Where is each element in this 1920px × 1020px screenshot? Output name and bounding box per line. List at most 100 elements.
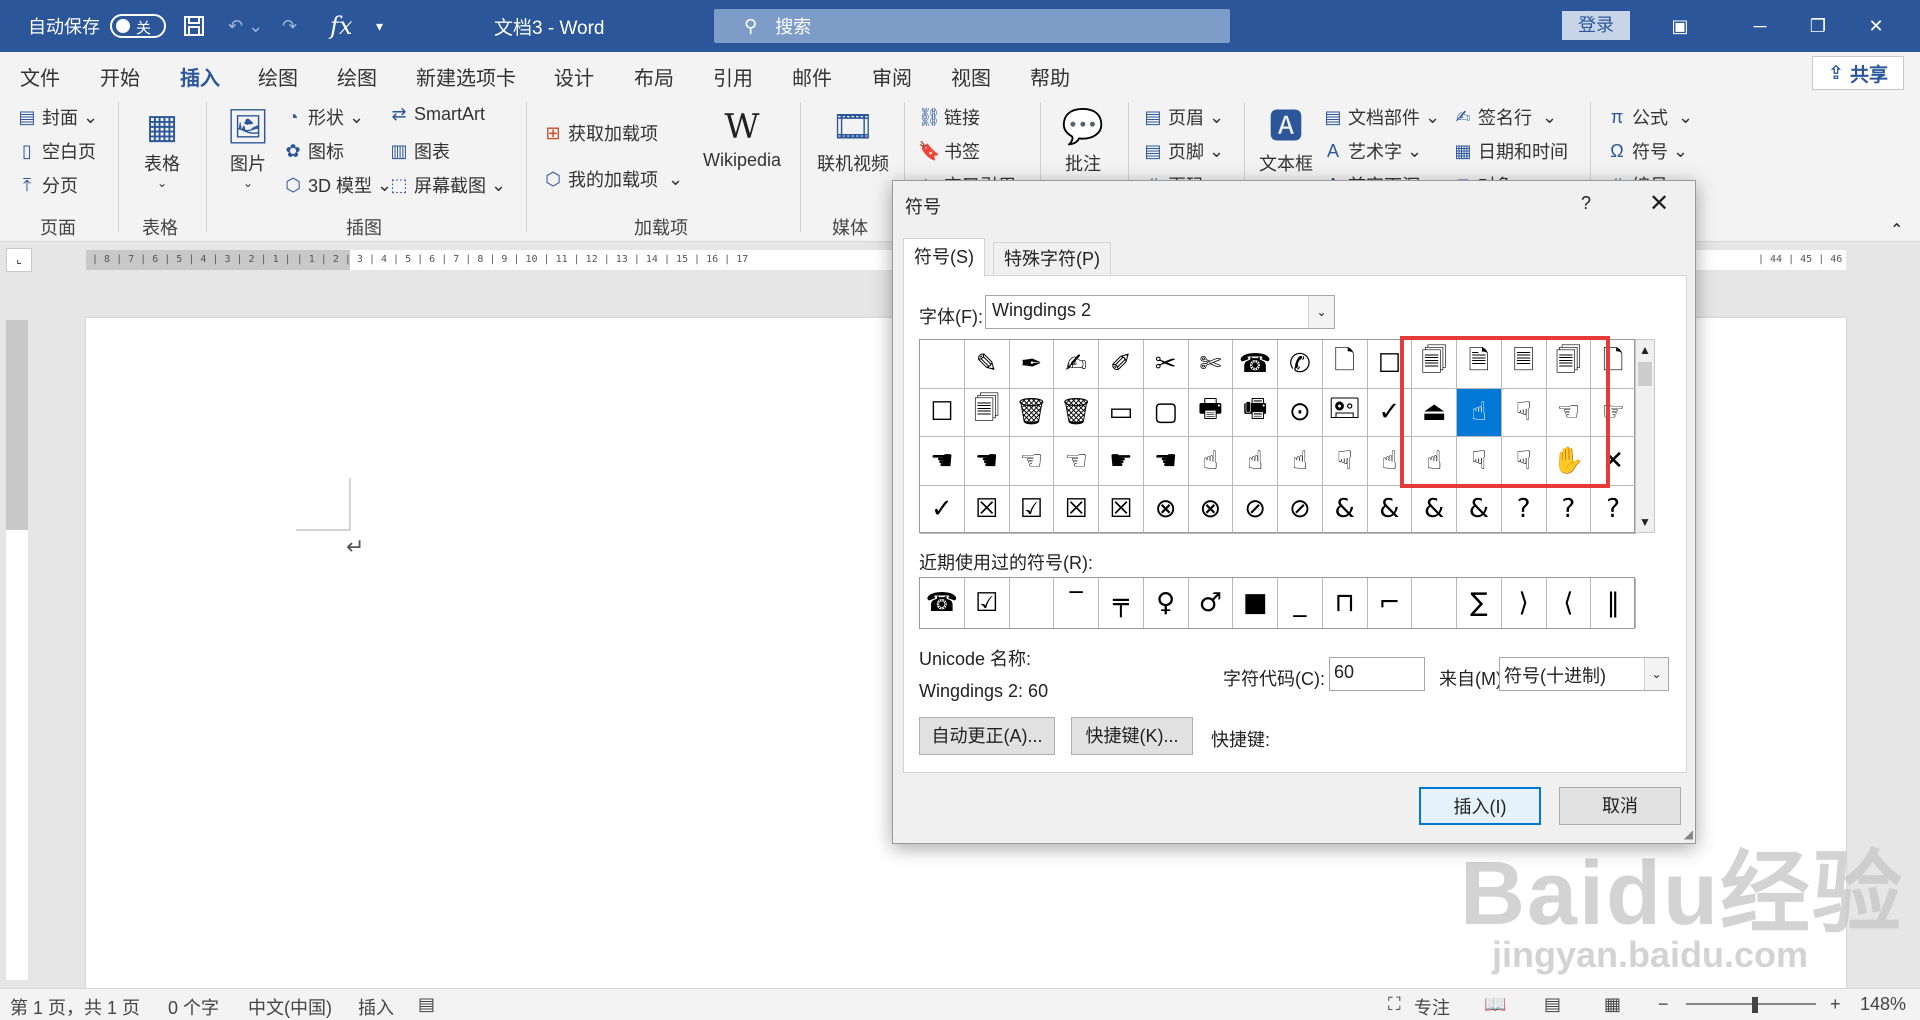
insert-button[interactable]: 插入(I): [1419, 787, 1541, 825]
symbol-cell[interactable]: 🖶: [1188, 388, 1234, 437]
symbol-cell[interactable]: ?: [1591, 485, 1636, 534]
symbol-cell[interactable]: ▭: [1099, 388, 1144, 437]
symbol-cell[interactable]: ✍: [1054, 340, 1099, 389]
tab-layout[interactable]: 布局: [634, 62, 674, 91]
recent-symbol-cell[interactable]: [1010, 578, 1055, 628]
read-mode-icon[interactable]: 📖: [1484, 994, 1506, 1015]
tab-new[interactable]: 新建选项卡: [416, 62, 516, 91]
recent-symbol-cell[interactable]: ♀: [1144, 578, 1189, 628]
my-addins-button[interactable]: ⬡ 我的加载项 ⌄: [542, 166, 683, 192]
help-button[interactable]: ?: [1581, 193, 1591, 214]
symbol-cell[interactable]: 🖭: [1322, 388, 1368, 437]
tab-mailings[interactable]: 邮件: [792, 62, 832, 91]
recent-symbol-cell[interactable]: ⟨: [1547, 578, 1592, 628]
tab-file[interactable]: 文件: [20, 62, 60, 91]
signature-line-button[interactable]: ✍ 签名行 ⌄: [1452, 104, 1557, 130]
resize-grip-icon[interactable]: ◢: [1684, 827, 1693, 841]
symbol-button[interactable]: Ω 符号 ⌄: [1606, 138, 1688, 164]
3d-model-button[interactable]: ⬡ 3D 模型 ⌄: [282, 172, 392, 198]
autosave-toggle[interactable]: 关: [110, 0, 166, 52]
symbol-cell[interactable]: ☝: [1188, 437, 1234, 486]
language-status[interactable]: 中文(中国): [248, 994, 332, 1020]
shapes-button[interactable]: ◔ 形状 ⌄: [282, 104, 365, 130]
print-layout-icon[interactable]: ▤: [1544, 994, 1561, 1015]
symbol-cell[interactable]: ☒: [964, 485, 1010, 534]
symbol-cell[interactable]: ▢: [1143, 388, 1189, 437]
zoom-slider-thumb[interactable]: [1752, 997, 1758, 1013]
textbox-button[interactable]: 🅰 文本框: [1254, 104, 1318, 176]
wikipedia-button[interactable]: W Wikipedia: [694, 104, 790, 171]
tab-help[interactable]: 帮助: [1030, 62, 1070, 91]
zoom-level[interactable]: 148%: [1860, 994, 1906, 1015]
tab-design[interactable]: 设计: [554, 62, 594, 91]
tab-draw-2[interactable]: 绘图: [337, 62, 377, 91]
footer-button[interactable]: ▤ 页脚 ⌄: [1142, 138, 1224, 164]
formula-icon[interactable]: fx: [330, 0, 352, 52]
recent-symbol-cell[interactable]: _: [1278, 578, 1323, 628]
focus-icon[interactable]: ⛶: [1388, 994, 1401, 1015]
symbol-cell[interactable]: ✄: [1188, 340, 1234, 389]
symbol-cell[interactable]: 🖷: [1233, 388, 1278, 437]
symbol-cell[interactable]: ✂: [1143, 340, 1189, 389]
recent-symbol-cell[interactable]: ♂: [1189, 578, 1234, 628]
tab-selector[interactable]: ⌞: [6, 248, 32, 272]
picture-button[interactable]: 🖼 图片 ⌄: [220, 104, 276, 190]
font-dropdown[interactable]: Wingdings 2 ⌄: [985, 295, 1335, 329]
symbol-cell[interactable]: ☎: [1233, 340, 1278, 389]
symbol-cell[interactable]: &: [1367, 485, 1413, 534]
symbol-cell[interactable]: ✐: [1099, 340, 1144, 389]
symbol-cell[interactable]: ☜: [1009, 437, 1055, 486]
collapse-ribbon-icon[interactable]: ⌃: [1890, 220, 1903, 240]
recent-symbol-cell[interactable]: ‖: [1591, 578, 1636, 628]
table-button[interactable]: ▦ 表格 ⌄: [132, 104, 192, 190]
icons-button[interactable]: ✿ 图标: [282, 138, 344, 164]
recent-symbol-cell[interactable]: ☎: [920, 578, 965, 628]
symbol-cell[interactable]: ?: [1546, 485, 1592, 534]
tab-references[interactable]: 引用: [713, 62, 753, 91]
scroll-thumb[interactable]: [1638, 362, 1652, 386]
scroll-down-icon[interactable]: ▼: [1636, 512, 1654, 532]
symbol-grid-scrollbar[interactable]: ▲ ▼: [1635, 339, 1655, 533]
symbol-cell[interactable]: 🗋: [1322, 340, 1368, 389]
symbol-cell[interactable]: ⊗: [1143, 485, 1189, 534]
symbol-cell[interactable]: ⊘: [1233, 485, 1278, 534]
symbol-cell[interactable]: ☜: [1054, 437, 1099, 486]
scroll-up-icon[interactable]: ▲: [1636, 340, 1654, 360]
symbol-cell[interactable]: ✓: [920, 485, 965, 534]
symbol-cell[interactable]: ☚: [964, 437, 1010, 486]
bookmark-button[interactable]: 🔖 书签: [918, 138, 980, 164]
online-video-button[interactable]: 🎞 联机视频: [810, 104, 896, 176]
cancel-button[interactable]: 取消: [1559, 787, 1681, 825]
recent-symbol-cell[interactable]: [1412, 578, 1457, 628]
recent-symbol-cell[interactable]: ‾: [1054, 578, 1099, 628]
recent-symbols-grid[interactable]: ☎ ☑ ‾ ╤ ♀ ♂ ■ _ ⊓ ⌐ ∑ ⟩ ⟨ ‖: [919, 577, 1636, 629]
symbol-cell[interactable]: ⊘: [1278, 485, 1323, 534]
tab-symbols[interactable]: 符号(S): [903, 238, 985, 277]
symbol-cell[interactable]: ☛: [1099, 437, 1144, 486]
tab-home[interactable]: 开始: [100, 62, 140, 91]
chart-button[interactable]: ▥ 图表: [388, 138, 450, 164]
search-box[interactable]: ⚲ 搜索: [714, 9, 1230, 43]
redo-icon[interactable]: ↷: [282, 0, 297, 52]
symbol-cell[interactable]: 🗑: [1009, 388, 1055, 437]
recent-symbol-cell[interactable]: ∑: [1457, 578, 1502, 628]
login-button[interactable]: 登录: [1562, 11, 1630, 40]
symbol-cell[interactable]: ⊙: [1278, 388, 1323, 437]
symbol-cell[interactable]: [920, 340, 965, 389]
tab-insert[interactable]: 插入: [180, 62, 220, 100]
from-dropdown[interactable]: 符号(十进制) ⌄: [1499, 657, 1669, 691]
undo-icon[interactable]: ↶ ⌄: [228, 0, 263, 52]
customize-qat-icon[interactable]: ▾: [376, 0, 383, 52]
symbol-cell[interactable]: &: [1322, 485, 1368, 534]
equation-button[interactable]: π 公式 ⌄: [1606, 104, 1693, 130]
symbol-cell[interactable]: ☚: [1143, 437, 1189, 486]
comment-button[interactable]: 💬 批注: [1050, 104, 1116, 176]
minimize-icon[interactable]: ─: [1730, 0, 1790, 52]
page-count[interactable]: 第 1 页，共 1 页: [10, 994, 140, 1020]
symbol-cell[interactable]: ☑: [1009, 485, 1055, 534]
smartart-button[interactable]: ⇄ SmartArt: [388, 104, 485, 125]
date-time-button[interactable]: ▦ 日期和时间: [1452, 138, 1568, 164]
symbol-cell[interactable]: 🗐: [964, 388, 1010, 437]
char-code-input[interactable]: 60: [1329, 657, 1425, 691]
symbol-cell[interactable]: ☝: [1233, 437, 1278, 486]
